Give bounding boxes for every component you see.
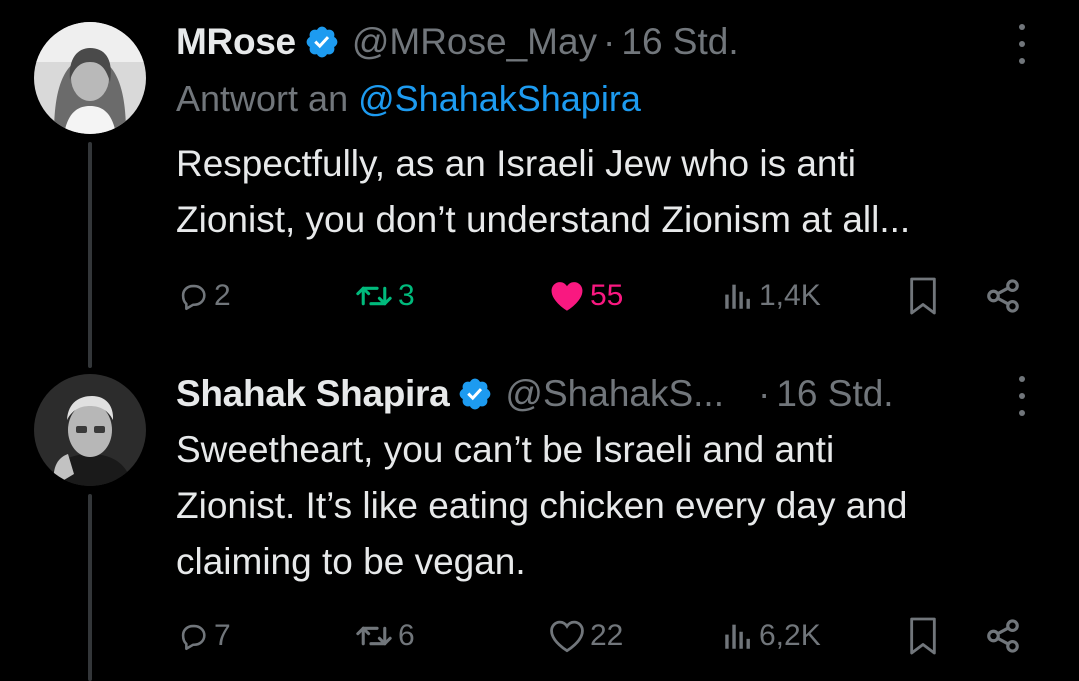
- view-count: 1,4K: [759, 279, 821, 312]
- bookmark-icon: [910, 277, 936, 315]
- share-button[interactable]: [984, 614, 1022, 658]
- like-button[interactable]: 55: [548, 274, 623, 318]
- like-icon: [551, 282, 583, 311]
- thread-line-top: [88, 142, 92, 368]
- avatar-shahak[interactable]: [34, 374, 146, 486]
- retweet-count: 3: [398, 279, 415, 312]
- tweet-text: Respectfully, as an Israeli Jew who is a…: [176, 136, 1056, 248]
- views-icon: [725, 624, 750, 649]
- separator-dot: ·: [603, 21, 616, 62]
- timestamp[interactable]: 16 Std.: [621, 21, 738, 63]
- verified-badge-icon: [306, 26, 338, 58]
- reply-count: 2: [214, 279, 231, 312]
- bookmark-button[interactable]: [906, 274, 940, 318]
- views-button[interactable]: 1,4K: [721, 274, 821, 318]
- like-button[interactable]: 22: [548, 614, 623, 658]
- tweet-text-line: Sweetheart, you can’t be Israeli and ant…: [176, 429, 835, 470]
- bookmark-icon: [910, 617, 936, 655]
- like-count: 22: [590, 619, 624, 652]
- share-icon: [987, 279, 1019, 313]
- views-button[interactable]: 6,2K: [721, 614, 821, 658]
- separator-dot: ·: [758, 373, 771, 414]
- tweet-actions: 7 6 22 6,2K: [176, 614, 1036, 658]
- retweet-button[interactable]: 6: [354, 614, 415, 658]
- views-icon: [725, 284, 750, 309]
- retweet-icon: [356, 626, 392, 646]
- reply-icon: [181, 284, 206, 311]
- more-icon[interactable]: [1010, 376, 1034, 416]
- reply-mention-link[interactable]: @ShahakShapira: [358, 78, 641, 119]
- reply-context: Antwort an @ShahakShapira: [176, 78, 641, 120]
- bookmark-button[interactable]: [906, 614, 940, 658]
- retweet-icon: [356, 286, 392, 306]
- like-count: 55: [590, 279, 624, 312]
- tweet-header: Shahak Shapira @ShahakS... · 16 Std.: [176, 372, 894, 416]
- verified-badge-icon: [460, 378, 491, 410]
- tweet-actions: 2 3 55 1,4K: [176, 274, 1036, 318]
- thread-line-bottom: [88, 494, 92, 681]
- reply-button[interactable]: 7: [176, 614, 231, 658]
- share-button[interactable]: [984, 274, 1022, 318]
- reply-prefix: Antwort an: [176, 78, 349, 119]
- view-count: 6,2K: [759, 619, 821, 652]
- tweet-text-line: Zionist, you don’t understand Zionism at…: [176, 199, 911, 240]
- display-name[interactable]: Shahak Shapira: [176, 373, 450, 415]
- display-name[interactable]: MRose: [176, 21, 296, 63]
- tweet-text-line: Zionist. It’s like eating chicken every …: [176, 485, 908, 526]
- reply-icon: [181, 624, 206, 651]
- retweet-button[interactable]: 3: [354, 274, 415, 318]
- retweet-count: 6: [398, 619, 415, 652]
- man-portrait-avatar-icon: [34, 374, 146, 486]
- tweet-text: Sweetheart, you can’t be Israeli and ant…: [176, 422, 1056, 590]
- more-icon[interactable]: [1010, 24, 1034, 64]
- tweet-header: MRose @MRose_May · 16 Std.: [176, 20, 739, 64]
- handle[interactable]: @MRose_May: [352, 21, 597, 63]
- like-icon: [550, 620, 584, 653]
- avatar-mrose[interactable]: [34, 22, 146, 134]
- handle[interactable]: @ShahakS...: [505, 373, 724, 415]
- reply-count: 7: [214, 619, 231, 652]
- tweet-text-line: Respectfully, as an Israeli Jew who is a…: [176, 143, 857, 184]
- share-icon: [987, 619, 1019, 653]
- tweet-text-line: claiming to be vegan.: [176, 541, 526, 582]
- timestamp[interactable]: 16 Std.: [776, 373, 893, 415]
- woman-portrait-avatar-icon: [34, 22, 146, 134]
- reply-button[interactable]: 2: [176, 274, 231, 318]
